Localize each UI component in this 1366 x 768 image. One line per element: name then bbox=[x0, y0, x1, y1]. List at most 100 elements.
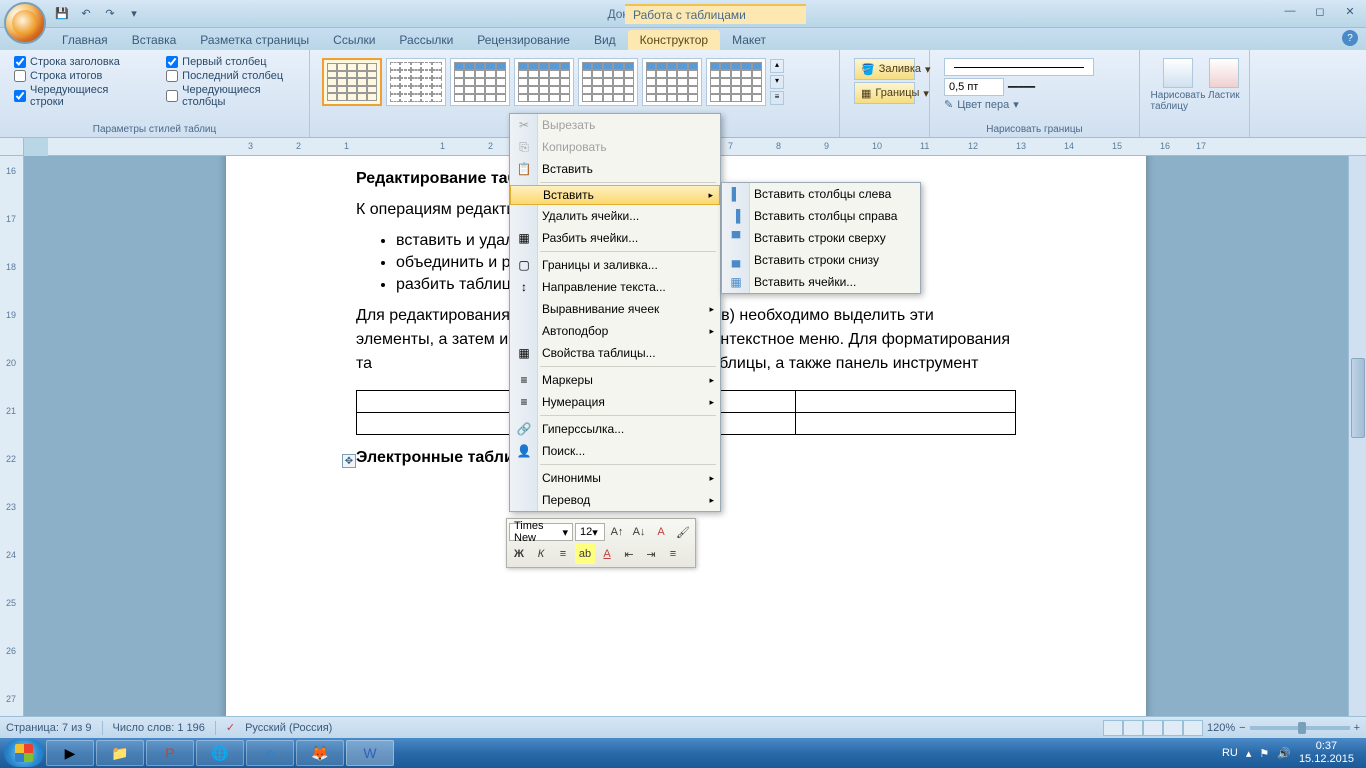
ctx-delete-cells[interactable]: Удалить ячейки... bbox=[510, 205, 720, 227]
mini-styles-icon[interactable]: A bbox=[651, 522, 671, 542]
zoom-level[interactable]: 120% bbox=[1207, 722, 1235, 734]
mini-italic-button[interactable]: К bbox=[531, 544, 551, 564]
ctx-numbering[interactable]: ≡Нумерация▸ bbox=[510, 391, 720, 413]
close-button[interactable]: ✕ bbox=[1338, 2, 1362, 20]
tab-view[interactable]: Вид bbox=[582, 30, 628, 50]
mini-font-color-button[interactable]: A bbox=[597, 544, 617, 564]
view-draft[interactable] bbox=[1183, 720, 1203, 736]
mini-dedent-button[interactable]: ⇤ bbox=[619, 544, 639, 564]
table-style-5[interactable] bbox=[578, 58, 638, 106]
eraser-button[interactable]: Ластик bbox=[1208, 58, 1240, 112]
task-chrome[interactable]: 🌐 bbox=[196, 740, 244, 766]
mini-size-select[interactable]: 12 ▾ bbox=[575, 523, 605, 541]
draw-table-button[interactable]: Нарисовать таблицу bbox=[1154, 58, 1202, 112]
ctx-split-cells[interactable]: ▦Разбить ячейки... bbox=[510, 227, 720, 249]
check-banded-rows[interactable]: Чередующиеся строки bbox=[14, 84, 134, 108]
tab-review[interactable]: Рецензирование bbox=[465, 30, 582, 50]
zoom-out-button[interactable]: − bbox=[1239, 722, 1245, 734]
task-ie[interactable]: e bbox=[246, 740, 294, 766]
borders-button[interactable]: ▦ Границы ▾ bbox=[854, 82, 915, 104]
ctx-synonyms[interactable]: Синонимы▸ bbox=[510, 467, 720, 489]
view-print-layout[interactable] bbox=[1103, 720, 1123, 736]
table-style-1[interactable] bbox=[322, 58, 382, 106]
sub-insert-cells[interactable]: ▦Вставить ячейки... bbox=[722, 271, 920, 293]
table-style-2[interactable] bbox=[386, 58, 446, 106]
ctx-look-up[interactable]: 👤Поиск... bbox=[510, 440, 720, 462]
table-style-7[interactable] bbox=[706, 58, 766, 106]
check-total-row[interactable]: Строка итогов bbox=[14, 70, 134, 82]
minimize-button[interactable]: — bbox=[1278, 2, 1302, 20]
tray-up-icon[interactable]: ▴ bbox=[1246, 747, 1252, 760]
mini-indent-button[interactable]: ⇥ bbox=[641, 544, 661, 564]
save-icon[interactable]: 💾 bbox=[52, 4, 72, 24]
zoom-in-button[interactable]: + bbox=[1354, 722, 1360, 734]
status-page[interactable]: Страница: 7 из 9 bbox=[6, 722, 92, 734]
status-word-count[interactable]: Число слов: 1 196 bbox=[113, 722, 205, 734]
view-web[interactable] bbox=[1143, 720, 1163, 736]
styles-up-icon[interactable]: ▴ bbox=[770, 59, 784, 73]
table-move-handle[interactable]: ✥ bbox=[342, 454, 356, 468]
tab-references[interactable]: Ссылки bbox=[321, 30, 387, 50]
ctx-cut[interactable]: ✂Вырезать bbox=[510, 114, 720, 136]
tab-page-layout[interactable]: Разметка страницы bbox=[188, 30, 321, 50]
ctx-text-direction[interactable]: ↕Направление текста... bbox=[510, 276, 720, 298]
ctx-hyperlink[interactable]: 🔗Гиперссылка... bbox=[510, 418, 720, 440]
ctx-autofit[interactable]: Автоподбор▸ bbox=[510, 320, 720, 342]
sub-insert-rows-above[interactable]: ▀Вставить строки сверху bbox=[722, 227, 920, 249]
mini-shrink-font-icon[interactable]: A↓ bbox=[629, 522, 649, 542]
table-style-6[interactable] bbox=[642, 58, 702, 106]
task-firefox[interactable]: 🦊 bbox=[296, 740, 344, 766]
sub-insert-cols-left[interactable]: ▌Вставить столбцы слева bbox=[722, 183, 920, 205]
task-powerpoint[interactable]: P bbox=[146, 740, 194, 766]
ctx-bullets[interactable]: ≡Маркеры▸ bbox=[510, 369, 720, 391]
vertical-scrollbar[interactable] bbox=[1348, 156, 1366, 716]
pen-color-button[interactable]: ✎ Цвет пера ▾ bbox=[944, 98, 1125, 111]
start-button[interactable] bbox=[4, 739, 44, 767]
qat-more-icon[interactable]: ▾ bbox=[124, 4, 144, 24]
ctx-copy[interactable]: ⎘Копировать bbox=[510, 136, 720, 158]
mini-bold-button[interactable]: Ж bbox=[509, 544, 529, 564]
table-style-3[interactable] bbox=[450, 58, 510, 106]
status-spell-icon[interactable]: ✓ bbox=[226, 721, 235, 734]
tray-language[interactable]: RU bbox=[1222, 747, 1238, 759]
tab-layout[interactable]: Макет bbox=[720, 30, 778, 50]
line-width-select[interactable]: 0,5 пт bbox=[944, 78, 1004, 96]
tab-insert[interactable]: Вставка bbox=[120, 30, 189, 50]
ctx-cell-alignment[interactable]: Выравнивание ячеек▸ bbox=[510, 298, 720, 320]
table-style-4[interactable] bbox=[514, 58, 574, 106]
styles-down-icon[interactable]: ▾ bbox=[770, 75, 784, 89]
ctx-translate[interactable]: Перевод▸ bbox=[510, 489, 720, 511]
mini-bullets-button[interactable]: ≡ bbox=[663, 544, 683, 564]
tray-sound-icon[interactable]: 🔊 bbox=[1277, 747, 1291, 760]
view-full-screen[interactable] bbox=[1123, 720, 1143, 736]
status-language[interactable]: Русский (Россия) bbox=[245, 722, 332, 734]
mini-format-painter-icon[interactable]: 🖌 bbox=[673, 522, 693, 542]
mini-center-button[interactable]: ≡ bbox=[553, 544, 573, 564]
zoom-slider[interactable] bbox=[1250, 726, 1350, 730]
shading-button[interactable]: 🪣 Заливка ▾ bbox=[854, 58, 915, 80]
task-media-player[interactable]: ▶ bbox=[46, 740, 94, 766]
tray-flag-icon[interactable]: ⚑ bbox=[1259, 747, 1269, 760]
tab-home[interactable]: Главная bbox=[50, 30, 120, 50]
mini-grow-font-icon[interactable]: A↑ bbox=[607, 522, 627, 542]
scrollbar-thumb[interactable] bbox=[1351, 358, 1365, 438]
mini-font-select[interactable]: Times New ▾ bbox=[509, 523, 573, 541]
undo-icon[interactable]: ↶ bbox=[76, 4, 96, 24]
sub-insert-cols-right[interactable]: ▐Вставить столбцы справа bbox=[722, 205, 920, 227]
check-banded-cols[interactable]: Чередующиеся столбцы bbox=[166, 84, 295, 108]
tab-design[interactable]: Конструктор bbox=[628, 30, 720, 50]
mini-highlight-button[interactable]: ab bbox=[575, 544, 595, 564]
view-outline[interactable] bbox=[1163, 720, 1183, 736]
help-button[interactable]: ? bbox=[1342, 30, 1358, 46]
maximize-button[interactable]: ◻ bbox=[1308, 2, 1332, 20]
task-word[interactable]: W bbox=[346, 740, 394, 766]
task-explorer[interactable]: 📁 bbox=[96, 740, 144, 766]
tray-clock[interactable]: 0:37 15.12.2015 bbox=[1299, 740, 1354, 766]
ctx-paste[interactable]: 📋Вставить bbox=[510, 158, 720, 180]
styles-more-icon[interactable]: ≡ bbox=[770, 91, 784, 105]
check-header-row[interactable]: Строка заголовка bbox=[14, 56, 134, 68]
ctx-table-properties[interactable]: ▦Свойства таблицы... bbox=[510, 342, 720, 364]
vertical-ruler[interactable]: 16 17 18 19 20 21 22 23 24 25 26 27 bbox=[0, 156, 24, 716]
check-last-col[interactable]: Последний столбец bbox=[166, 70, 295, 82]
tab-mailings[interactable]: Рассылки bbox=[387, 30, 465, 50]
